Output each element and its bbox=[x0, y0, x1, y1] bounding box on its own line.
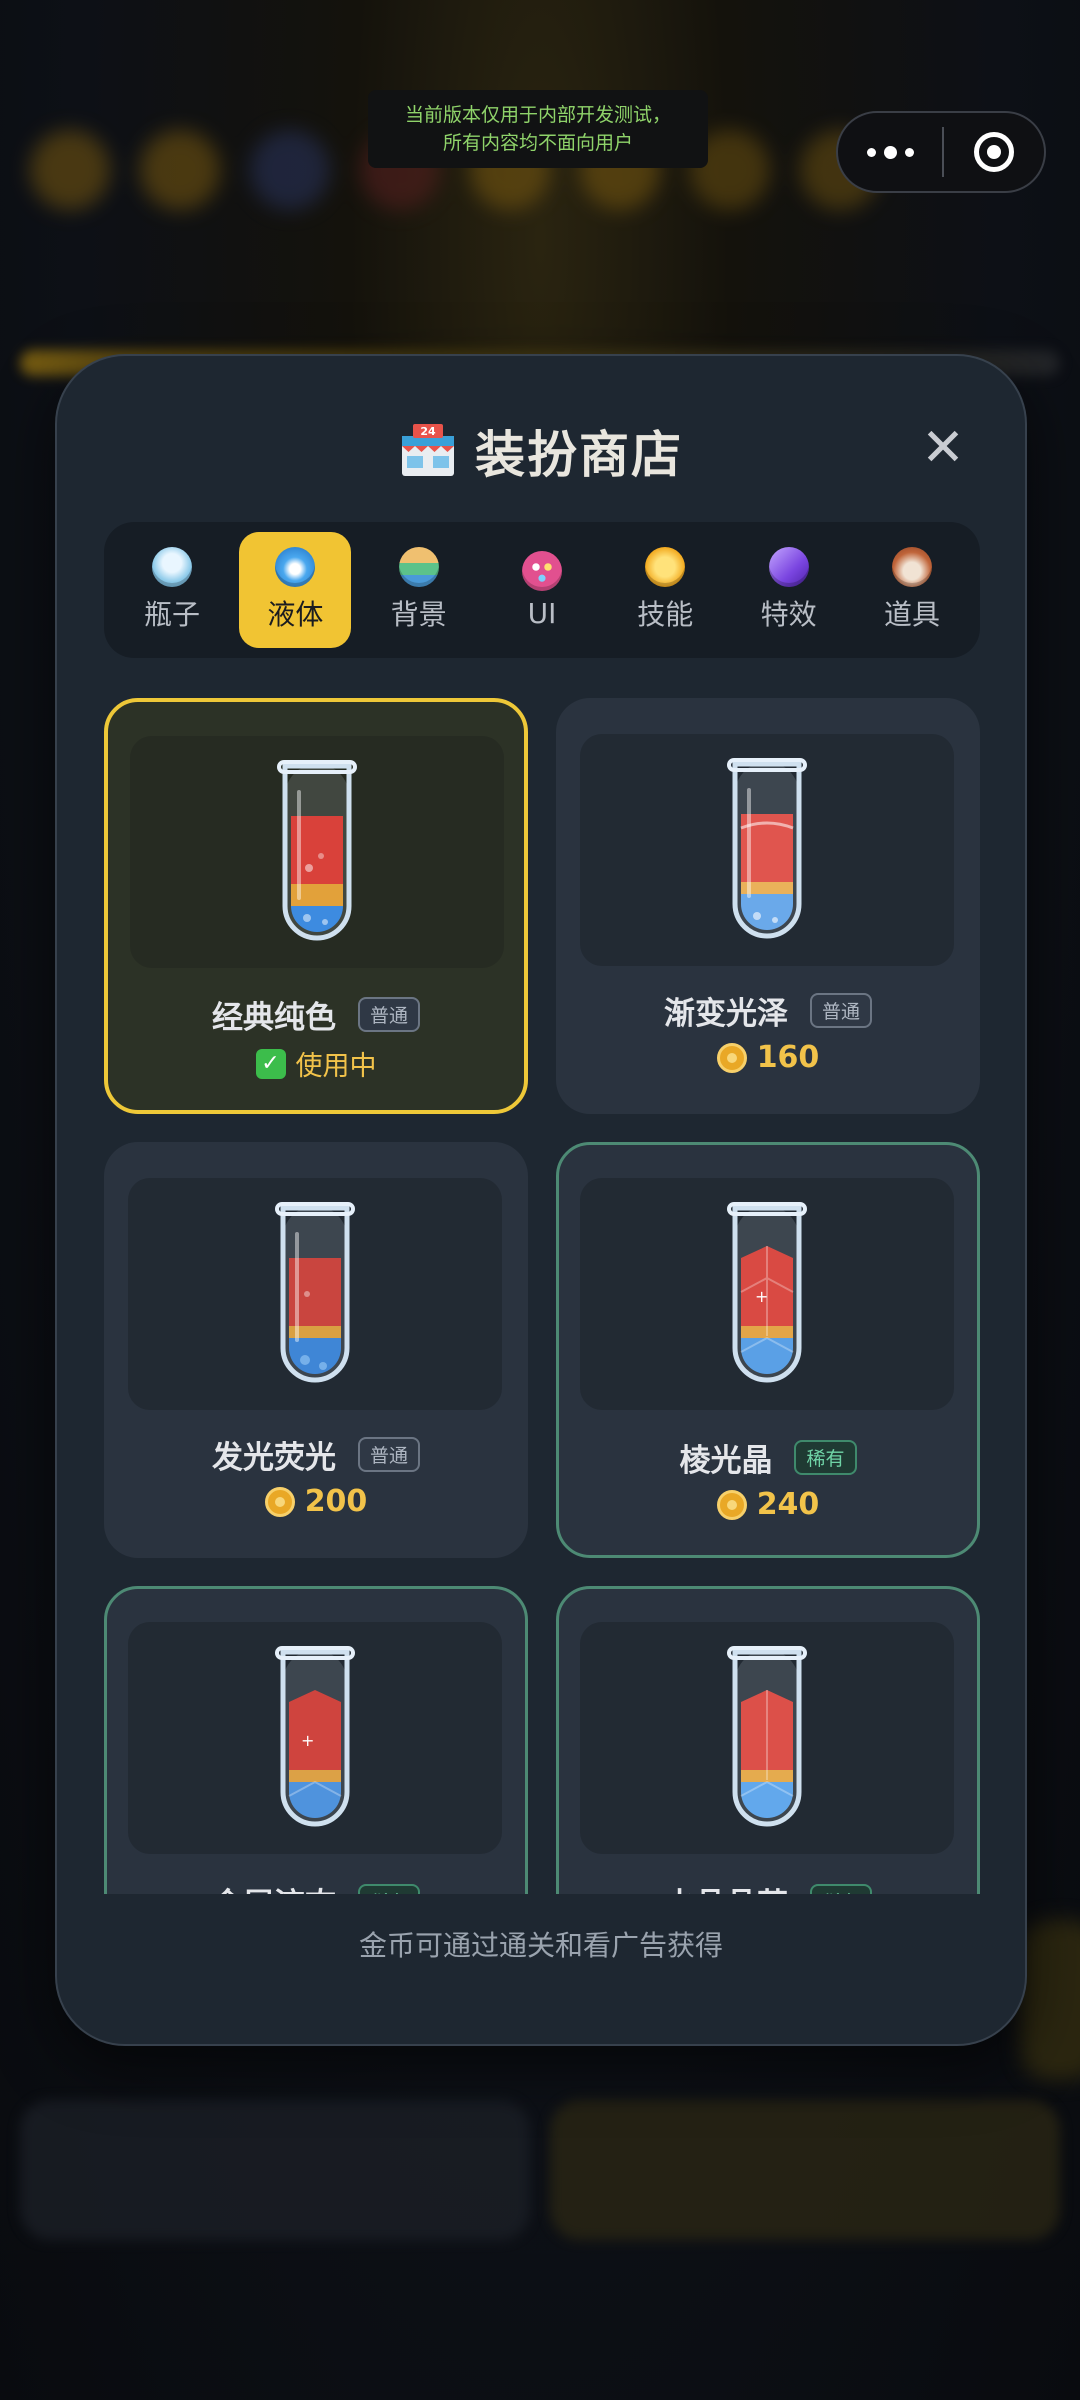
more-icon bbox=[866, 147, 876, 157]
notice-line-2: 所有内容均不面向用户 bbox=[442, 132, 633, 154]
item-name: 发光荧光 bbox=[211, 1440, 336, 1476]
test-tube-icon: + bbox=[275, 1646, 355, 1827]
target-circle-icon bbox=[974, 132, 1014, 172]
item-price: 240 bbox=[756, 1487, 820, 1522]
item-card[interactable]: 发光荧光 普通 200 bbox=[104, 1142, 528, 1558]
test-tube-icon bbox=[727, 1646, 807, 1827]
modal-header: 24 装扮商店 bbox=[57, 406, 1025, 496]
item-card-rare[interactable]: + 金属流态 稀有 bbox=[104, 1586, 528, 1894]
item-name-row: 经典纯色 普通 bbox=[108, 992, 524, 1037]
tab-label: UI bbox=[527, 596, 557, 630]
rarity-badge: 稀有 bbox=[809, 1884, 872, 1894]
item-name-row: 金属流态 稀有 bbox=[107, 1879, 525, 1894]
item-preview bbox=[128, 1178, 502, 1410]
test-tube-icon bbox=[277, 760, 357, 941]
check-icon: ✓ bbox=[255, 1048, 286, 1079]
landscape-icon bbox=[398, 547, 439, 587]
item-price: 160 bbox=[756, 1040, 820, 1075]
svg-text:+: + bbox=[301, 1731, 314, 1750]
magic-wand-icon bbox=[768, 547, 809, 587]
tab-label: 背景 bbox=[390, 598, 447, 631]
item-card-selected[interactable]: 经典纯色 普通 ✓ 使用中 bbox=[104, 698, 528, 1114]
tab-label: 瓶子 bbox=[143, 598, 200, 631]
item-price-row: 240 bbox=[559, 1487, 977, 1522]
tab-label: 技能 bbox=[637, 598, 694, 631]
droplet-icon bbox=[275, 547, 316, 587]
tab-label: 液体 bbox=[267, 598, 324, 631]
svg-text:+: + bbox=[755, 1287, 768, 1306]
item-name: 金属流态 bbox=[212, 1879, 336, 1894]
tab-label: 道具 bbox=[883, 598, 940, 631]
convenience-store-icon: 24 bbox=[399, 422, 457, 480]
in-use-label: 使用中 bbox=[295, 1051, 377, 1082]
item-name: 水晶晶莹 bbox=[664, 1879, 788, 1894]
item-price-row: 160 bbox=[556, 1040, 980, 1075]
tab-liquid[interactable]: 液体 bbox=[239, 532, 352, 648]
miniprogram-close-button[interactable] bbox=[944, 132, 1044, 172]
coin-icon bbox=[264, 1486, 295, 1517]
item-name-row: 发光荧光 普通 bbox=[104, 1432, 528, 1477]
rarity-badge: 普通 bbox=[357, 1437, 420, 1472]
palette-icon bbox=[521, 550, 562, 591]
item-card[interactable]: 渐变光泽 普通 160 bbox=[556, 698, 980, 1114]
test-tube-icon bbox=[275, 1202, 355, 1383]
category-tabs: 瓶子 液体 背景 UI 技能 特效 道具 bbox=[104, 522, 980, 658]
coin-icon bbox=[716, 1042, 747, 1073]
item-preview bbox=[130, 736, 504, 968]
item-price-row: 200 bbox=[104, 1484, 528, 1519]
rarity-badge: 普通 bbox=[357, 997, 420, 1032]
svg-text:24: 24 bbox=[420, 425, 436, 438]
item-name-row: 渐变光泽 普通 bbox=[556, 988, 980, 1033]
item-grid: 经典纯色 普通 ✓ 使用中 渐变光泽 普通 160 发光荧光 普通 200 + … bbox=[104, 698, 980, 1894]
notice-line-1: 当前版本仅用于内部开发测试， bbox=[404, 104, 671, 126]
item-card-rare[interactable]: + 棱光晶 稀有 240 bbox=[556, 1142, 980, 1558]
bottle-icon bbox=[152, 547, 192, 587]
tab-item[interactable]: 道具 bbox=[856, 532, 968, 648]
tab-ui[interactable]: UI bbox=[486, 532, 598, 648]
rarity-badge: 稀有 bbox=[794, 1440, 857, 1475]
item-card-rare[interactable]: 水晶晶莹 稀有 bbox=[556, 1586, 980, 1894]
background-bottom-button-left bbox=[20, 2100, 530, 2240]
dressup-store-modal: 24 装扮商店 ✕ 瓶子 液体 背景 UI 技能 特效 道具 经典纯色 普通 ✓… bbox=[55, 354, 1027, 2046]
tab-bottle[interactable]: 瓶子 bbox=[116, 532, 228, 648]
rarity-badge: 稀有 bbox=[357, 1884, 420, 1894]
item-preview: + bbox=[580, 1178, 954, 1410]
item-name-row: 水晶晶莹 稀有 bbox=[559, 1879, 977, 1894]
background-bottom-button-right bbox=[550, 2100, 1060, 2240]
miniprogram-capsule bbox=[836, 111, 1046, 193]
dev-test-notice: 当前版本仅用于内部开发测试， 所有内容均不面向用户 bbox=[368, 90, 708, 168]
lightning-icon bbox=[645, 547, 686, 587]
tab-background[interactable]: 背景 bbox=[363, 532, 475, 648]
item-name: 棱光晶 bbox=[679, 1443, 773, 1479]
item-preview bbox=[580, 734, 954, 966]
item-status-row: ✓ 使用中 bbox=[108, 1044, 524, 1083]
tab-label: 特效 bbox=[760, 598, 817, 631]
item-name-row: 棱光晶 稀有 bbox=[559, 1435, 977, 1480]
close-icon: ✕ bbox=[921, 418, 965, 478]
background-side-panel bbox=[1020, 1920, 1080, 2080]
coin-hint-text: 金币可通过通关和看广告获得 bbox=[358, 1929, 723, 1962]
more-options-button[interactable] bbox=[838, 113, 942, 191]
item-name: 经典纯色 bbox=[211, 1000, 336, 1036]
item-name: 渐变光泽 bbox=[663, 996, 788, 1032]
tab-skill[interactable]: 技能 bbox=[609, 532, 721, 648]
coin-icon bbox=[716, 1489, 747, 1520]
test-tube-icon: + bbox=[727, 1202, 807, 1383]
rarity-badge: 普通 bbox=[809, 993, 872, 1028]
tab-effect[interactable]: 特效 bbox=[733, 532, 845, 648]
close-modal-button[interactable]: ✕ bbox=[913, 418, 973, 478]
modal-title: 装扮商店 bbox=[475, 426, 683, 484]
item-preview bbox=[580, 1622, 954, 1854]
item-price: 200 bbox=[304, 1484, 368, 1519]
test-tube-icon bbox=[727, 758, 807, 939]
item-preview: + bbox=[128, 1622, 502, 1854]
toolbox-icon bbox=[891, 547, 932, 587]
